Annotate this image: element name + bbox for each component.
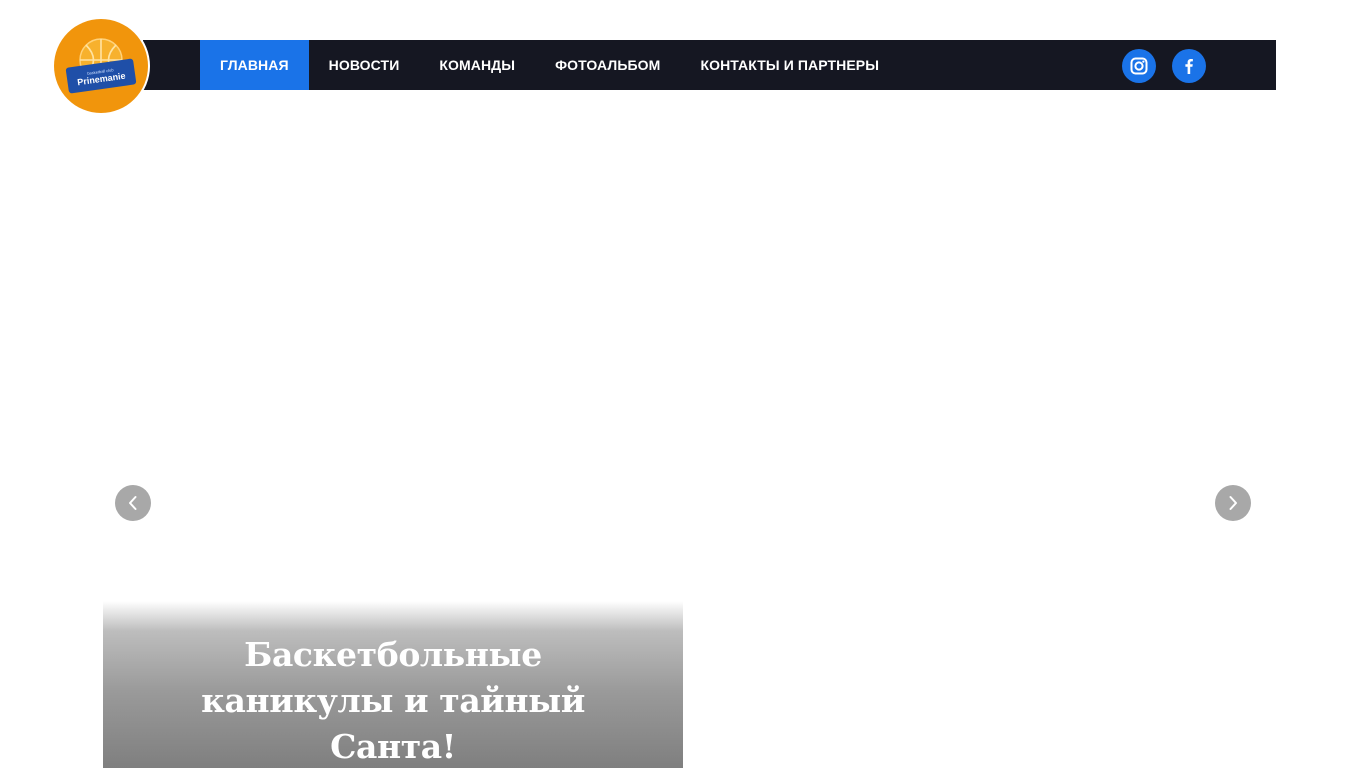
chevron-left-icon: [129, 496, 137, 510]
slider-prev-button[interactable]: [115, 485, 151, 521]
main-navbar: ГЛАВНАЯ НОВОСТИ КОМАНДЫ ФОТОАЛЬБОМ КОНТА…: [143, 40, 1276, 90]
nav-item-contacts-partners[interactable]: КОНТАКТЫ И ПАРТНЕРЫ: [680, 40, 899, 90]
nav-item-home[interactable]: ГЛАВНАЯ: [200, 40, 309, 90]
instagram-icon: [1130, 57, 1148, 75]
nav-item-teams[interactable]: КОМАНДЫ: [419, 40, 535, 90]
nav-item-news[interactable]: НОВОСТИ: [309, 40, 420, 90]
instagram-link[interactable]: [1122, 49, 1156, 83]
page: ГЛАВНАЯ НОВОСТИ КОМАНДЫ ФОТОАЛЬБОМ КОНТА…: [0, 0, 1366, 768]
featured-post-card[interactable]: Баскетбольные каникулы и тайный Санта!: [103, 601, 683, 768]
logo-badge: basketball club Prinemanie: [54, 19, 148, 113]
main-menu: ГЛАВНАЯ НОВОСТИ КОМАНДЫ ФОТОАЛЬБОМ КОНТА…: [200, 40, 899, 90]
post-title[interactable]: Баскетбольные каникулы и тайный Санта!: [193, 632, 593, 768]
chevron-right-icon: [1229, 496, 1237, 510]
slider-next-button[interactable]: [1215, 485, 1251, 521]
nav-item-photo-album[interactable]: ФОТОАЛЬБОМ: [535, 40, 680, 90]
site-logo[interactable]: basketball club Prinemanie: [52, 17, 150, 115]
social-links: [1122, 49, 1206, 83]
facebook-link[interactable]: [1172, 49, 1206, 83]
facebook-icon: [1185, 58, 1193, 74]
logo-name: Prinemanie: [76, 70, 127, 87]
